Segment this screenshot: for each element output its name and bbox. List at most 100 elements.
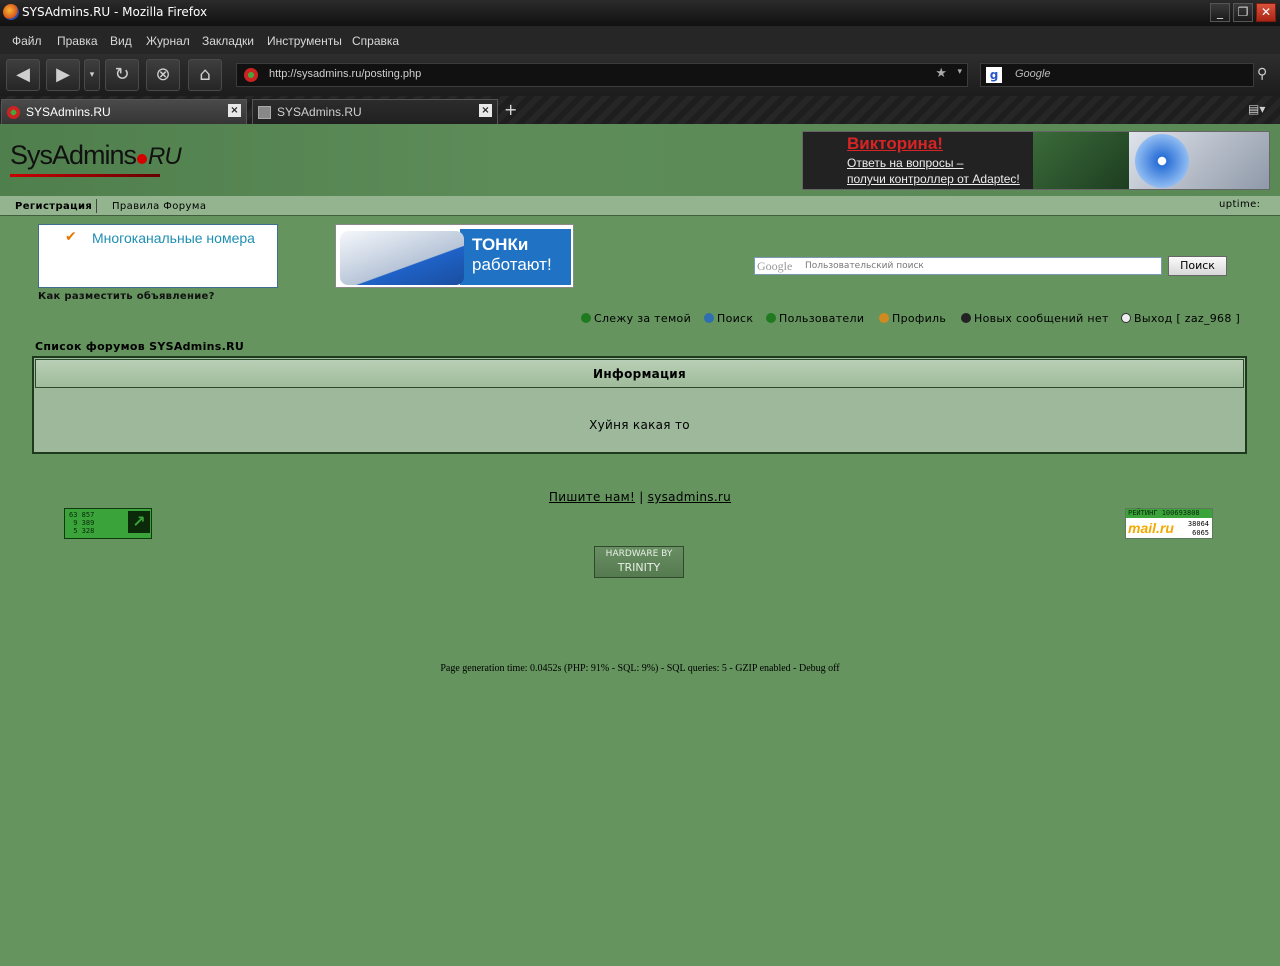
menu-help[interactable]: Справка: [352, 34, 399, 48]
search-placeholder: Google: [1015, 68, 1051, 80]
watched-topics-link[interactable]: Слежу за темой: [581, 312, 691, 325]
mailru-rating-counter[interactable]: РЕЙТИНГ 100693808 mail.ru 38064 6065: [1125, 508, 1213, 539]
minimize-button[interactable]: _: [1210, 3, 1230, 22]
tab-strip: SYSAdmins.RU × SYSAdmins.RU ×: [0, 96, 1280, 124]
checkmark-icon: ✔: [65, 229, 77, 245]
counter-values: 63 857 9 389 5 328: [69, 511, 95, 535]
tab-sysadmins-active[interactable]: SYSAdmins.RU ×: [1, 99, 247, 124]
banner-title[interactable]: Викторина!: [847, 134, 943, 154]
back-button[interactable]: ◀: [6, 59, 40, 91]
search-link[interactable]: Поиск: [704, 312, 753, 325]
thin-client-device-image: [340, 231, 464, 285]
text-ad-label[interactable]: Многоканальные номера: [92, 230, 255, 246]
firefox-icon: [3, 4, 19, 20]
info-panel: Информация Хуйня какая то: [32, 356, 1247, 454]
reload-button[interactable]: ↻: [105, 59, 139, 91]
tonki-ad-line2: работают!: [472, 255, 552, 274]
google-logo: Google: [757, 259, 793, 273]
chevron-down-icon: ▾: [89, 70, 95, 80]
forum-rules-link[interactable]: Правила Форума: [112, 201, 206, 212]
profile-link[interactable]: Профиль: [879, 312, 946, 325]
site-identity-icon[interactable]: [244, 68, 258, 82]
tab-label: SYSAdmins.RU: [277, 105, 362, 119]
navigation-toolbar: ◀ ▶ ▾ ↻ ⊗ ⌂ http://sysadmins.ru/posting.…: [0, 54, 1280, 96]
search-label: Поиск: [717, 312, 754, 325]
members-icon: [766, 313, 776, 323]
restore-button[interactable]: ❐: [1233, 3, 1253, 22]
home-button[interactable]: ⌂: [188, 59, 222, 91]
site-logo[interactable]: SysAdmins RU: [10, 140, 182, 171]
url-bar[interactable]: http://sysadmins.ru/posting.php ★ ▾: [236, 63, 968, 87]
bookmark-star-icon[interactable]: ★: [935, 66, 947, 81]
menu-tools[interactable]: Инструменты: [267, 34, 342, 48]
close-window-button[interactable]: ✕: [1256, 3, 1276, 22]
forward-button[interactable]: ▶: [46, 59, 80, 91]
site-link[interactable]: sysadmins.ru: [648, 490, 731, 504]
forum-user-links: Слежу за темой Поиск Пользователи Профил…: [0, 312, 1280, 328]
tonki-ad-banner[interactable]: ТОНКи работают!: [335, 224, 574, 288]
tab-label: SYSAdmins.RU: [26, 105, 111, 119]
contact-link[interactable]: Пишите нам!: [549, 490, 635, 504]
menu-edit[interactable]: Правка: [57, 34, 98, 48]
rating-value-1: 38064: [1187, 520, 1209, 528]
search-icon[interactable]: ⚲: [1257, 66, 1275, 84]
close-tab-icon[interactable]: ×: [228, 104, 241, 117]
forum-nav-strip: Регистрация Правила Форума uptime:: [0, 196, 1280, 216]
banner-line1[interactable]: Ответь на вопросы –: [847, 156, 963, 170]
logo-dot: [137, 154, 148, 164]
site-search-placeholder: Пользовательский поиск: [805, 261, 924, 271]
rating-label: РЕЙТИНГ 100693808: [1126, 509, 1212, 518]
google-engine-icon[interactable]: g: [986, 67, 1002, 83]
menu-bookmarks[interactable]: Закладки: [202, 34, 254, 48]
menu-bar: Файл Правка Вид Журнал Закладки Инструме…: [0, 26, 1280, 54]
register-link[interactable]: Регистрация: [15, 201, 92, 212]
menu-file[interactable]: Файл: [12, 34, 42, 48]
page-generation-info: Page generation time: 0.0452s (PHP: 91% …: [440, 663, 840, 674]
watch-icon: [581, 313, 591, 323]
url-dropdown-icon[interactable]: ▾: [957, 67, 962, 77]
reload-icon: ↻: [114, 64, 130, 85]
adaptec-banner[interactable]: Викторина! Ответь на вопросы – получи ко…: [802, 131, 1270, 190]
liveinternet-counter[interactable]: 63 857 9 389 5 328 ↗: [64, 508, 152, 539]
logout-link[interactable]: Выход [ zaz_968 ]: [1121, 312, 1240, 325]
page-icon: [258, 106, 271, 119]
footer-links: Пишите нам! | sysadmins.ru: [0, 490, 1280, 504]
logo-underline: [10, 174, 160, 177]
nav-divider: [96, 199, 97, 213]
stop-button[interactable]: ⊗: [146, 59, 180, 91]
members-link[interactable]: Пользователи: [766, 312, 864, 325]
close-tab-icon[interactable]: ×: [479, 104, 492, 117]
logout-label: Выход [ zaz_968 ]: [1134, 312, 1241, 325]
trinity-line2: TRINITY: [617, 561, 661, 574]
new-messages-link[interactable]: Новых сообщений нет: [961, 312, 1109, 325]
logo-main: SysAdmins: [10, 140, 137, 170]
text-ad[interactable]: ✔ Многоканальные номера: [38, 224, 278, 288]
stop-icon: ⊗: [155, 64, 171, 85]
new-tab-button[interactable]: +: [504, 100, 517, 119]
site-search-input[interactable]: Google Пользовательский поиск: [754, 257, 1162, 275]
breadcrumb[interactable]: Список форумов SYSAdmins.RU: [35, 340, 244, 353]
logout-icon: [1121, 313, 1131, 323]
tab-sysadmins-inactive[interactable]: SYSAdmins.RU ×: [252, 99, 498, 124]
tab-list-icon[interactable]: ▤▾: [1248, 102, 1265, 116]
history-dropdown-button[interactable]: ▾: [84, 59, 100, 91]
hardware-by-trinity-badge[interactable]: HARDWARE BY TRINITY: [594, 546, 684, 578]
back-arrow-icon: ◀: [16, 64, 30, 85]
url-text[interactable]: http://sysadmins.ru/posting.php: [269, 68, 421, 80]
how-to-advertise-link[interactable]: Как разместить объявление?: [38, 291, 215, 302]
footer-separator: |: [639, 490, 644, 504]
window-title: SYSAdmins.RU - Mozilla Firefox: [22, 5, 208, 19]
watched-topics-label: Слежу за темой: [594, 312, 692, 325]
uptime-label: uptime:: [1219, 199, 1261, 210]
site-search-button[interactable]: Поиск: [1168, 256, 1227, 276]
search-globe-icon: [704, 313, 714, 323]
trinity-line1: HARDWARE BY: [605, 549, 673, 559]
banner-line2[interactable]: получи контроллер от Adaptec!: [847, 172, 1020, 186]
info-message: Хуйня какая то: [589, 418, 690, 432]
banner-cd-image: [1135, 134, 1189, 188]
members-label: Пользователи: [779, 312, 865, 325]
menu-view[interactable]: Вид: [110, 34, 132, 48]
menu-history[interactable]: Журнал: [146, 34, 190, 48]
browser-search-box[interactable]: g Google: [980, 63, 1254, 87]
info-heading: Информация: [35, 359, 1244, 388]
